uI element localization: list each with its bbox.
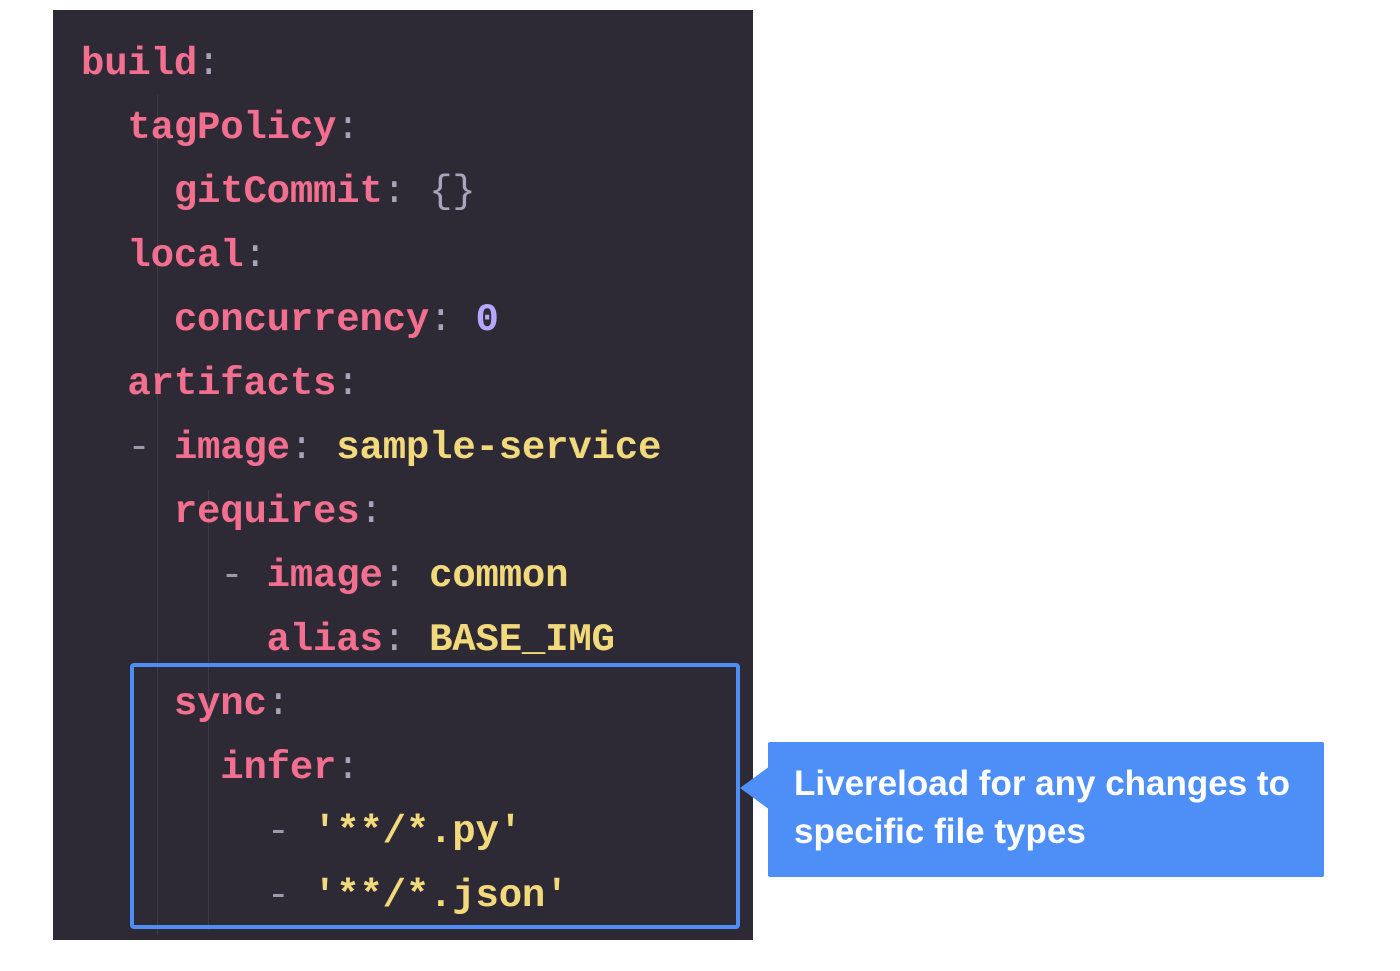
callout-annotation: Livereload for any changes to specific f… [768, 742, 1324, 877]
code-line: local: [53, 224, 753, 288]
yaml-key: sync [174, 682, 267, 726]
colon: : [197, 42, 220, 86]
code-line: artifacts: [53, 352, 753, 416]
colon: : [243, 234, 266, 278]
colon: : [383, 554, 406, 598]
yaml-key: gitCommit [174, 170, 383, 214]
code-line: sync: [53, 672, 753, 736]
code-line: infer: [53, 736, 753, 800]
yaml-key: artifacts [127, 362, 336, 406]
yaml-dash: - [127, 426, 173, 470]
code-line: - image: sample-service [53, 416, 753, 480]
yaml-key: concurrency [174, 298, 429, 342]
yaml-key: requires [174, 490, 360, 534]
yaml-key: build [81, 42, 197, 86]
colon: : [336, 362, 359, 406]
code-line: - '**/*.py' [53, 800, 753, 864]
yaml-value: BASE_IMG [406, 618, 615, 662]
yaml-key: tagPolicy [127, 106, 336, 150]
yaml-value: common [406, 554, 568, 598]
colon: : [267, 682, 290, 726]
yaml-key: image [174, 426, 290, 470]
code-line: gitCommit: {} [53, 160, 753, 224]
code-line: - '**/*.json' [53, 864, 753, 928]
yaml-code-block: build: tagPolicy: gitCommit: {} local: c… [53, 10, 753, 940]
yaml-value: '**/*.py' [313, 810, 522, 854]
colon: : [336, 106, 359, 150]
code-line: alias: BASE_IMG [53, 608, 753, 672]
code-line: build: [53, 32, 753, 96]
yaml-value: 0 [452, 298, 498, 342]
yaml-key: image [267, 554, 383, 598]
yaml-dash: - [220, 554, 266, 598]
colon: : [429, 298, 452, 342]
yaml-dash: - [267, 874, 313, 918]
colon: : [383, 170, 406, 214]
yaml-value: {} [406, 170, 476, 214]
yaml-value: sample-service [313, 426, 661, 470]
code-line: tagPolicy: [53, 96, 753, 160]
yaml-value: '**/*.json' [313, 874, 568, 918]
callout-text: Livereload for any changes to specific f… [794, 764, 1290, 851]
colon: : [383, 618, 406, 662]
yaml-key: alias [267, 618, 383, 662]
yaml-dash: - [267, 810, 313, 854]
code-line: requires: [53, 480, 753, 544]
yaml-key: infer [220, 746, 336, 790]
yaml-key: local [127, 234, 243, 278]
colon: : [290, 426, 313, 470]
colon: : [336, 746, 359, 790]
colon: : [359, 490, 382, 534]
code-line: - image: common [53, 544, 753, 608]
code-line: concurrency: 0 [53, 288, 753, 352]
